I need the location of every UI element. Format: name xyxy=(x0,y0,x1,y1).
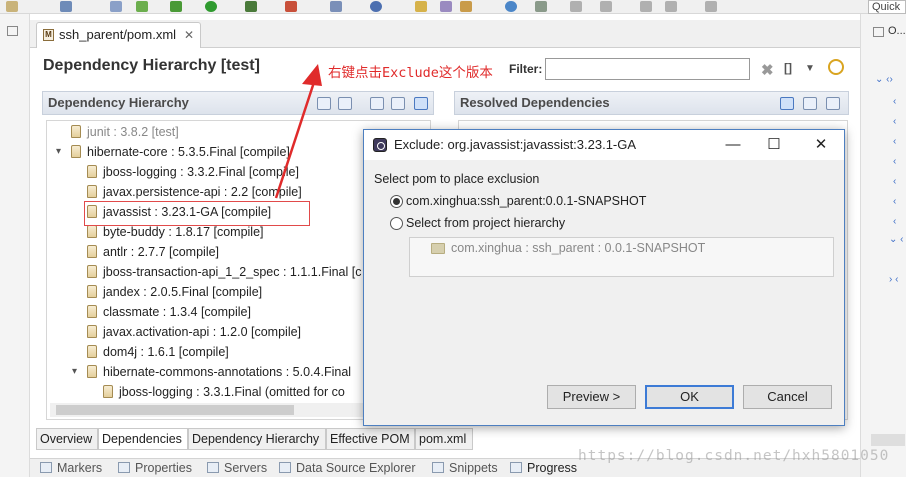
option-parent-pom[interactable]: com.xinghua:ssh_parent:0.0.1-SNAPSHOT xyxy=(406,194,646,208)
ok-button[interactable]: OK xyxy=(645,385,734,409)
dialog-titlebar: Exclude: org.javassist:javassist:3.23.1-… xyxy=(364,130,844,160)
cancel-button[interactable]: Cancel xyxy=(743,385,832,409)
option-project-hierarchy[interactable]: Select from project hierarchy xyxy=(406,216,565,230)
annotation-text: 右键点击Exclude这个版本 xyxy=(328,65,493,81)
close-button[interactable]: ✕ xyxy=(802,133,840,157)
radio-parent-pom[interactable] xyxy=(390,195,403,208)
dialog-title: Exclude: org.javassist:javassist:3.23.1-… xyxy=(394,137,637,152)
minimize-button[interactable]: — xyxy=(714,133,752,157)
project-hierarchy-list: com.xinghua : ssh_parent : 0.0.1-SNAPSHO… xyxy=(409,237,834,277)
arrow-head xyxy=(302,64,322,86)
preview-button[interactable]: Preview > xyxy=(547,385,636,409)
radio-project-hierarchy[interactable] xyxy=(390,217,403,230)
dialog-prompt: Select pom to place exclusion xyxy=(374,172,540,186)
folder-icon xyxy=(431,243,445,254)
watermark: https://blog.csdn.net/hxh5801050 xyxy=(578,448,890,464)
exclude-dialog: Exclude: org.javassist:javassist:3.23.1-… xyxy=(363,129,845,426)
hierarchy-item: com.xinghua : ssh_parent : 0.0.1-SNAPSHO… xyxy=(451,241,706,255)
maximize-button[interactable]: ☐ xyxy=(755,133,793,157)
eclipse-icon xyxy=(373,138,387,152)
arrow-shaft xyxy=(274,69,320,199)
